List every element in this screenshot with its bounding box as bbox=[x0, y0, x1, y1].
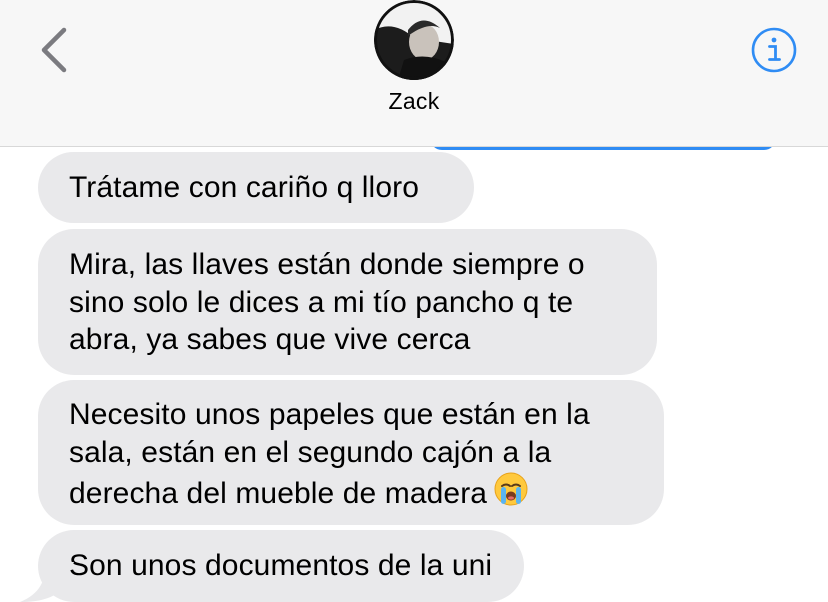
message-text-line: sala, están en el segundo cajón a la bbox=[69, 435, 552, 469]
message-bubble[interactable]: Mira, las llaves están donde siempre o s… bbox=[38, 229, 657, 375]
contact-avatar[interactable] bbox=[374, 0, 454, 80]
back-button[interactable] bbox=[30, 24, 80, 76]
message-text-line: Trátame con cariño q lloro bbox=[69, 171, 419, 204]
message-text-line: abra, ya sabes que vive cerca bbox=[69, 323, 471, 356]
message-text-line-with-emoji: derecha del mueble de madera bbox=[69, 471, 633, 513]
info-button[interactable] bbox=[750, 26, 798, 74]
conversation-header: Zack bbox=[0, 0, 828, 147]
chevron-left-icon bbox=[41, 27, 67, 73]
contact-photo-icon bbox=[374, 0, 454, 80]
message-text-line: Mira, las llaves están donde siempre o bbox=[69, 248, 585, 281]
bubble-tail-icon bbox=[18, 562, 74, 602]
message-bubble[interactable]: Son unos documentos de la uni bbox=[38, 530, 524, 602]
message-text-line: sino solo le dices a mi tío pancho q te bbox=[69, 285, 574, 319]
message-bubble[interactable]: Trátame con cariño q lloro bbox=[38, 152, 474, 223]
message-text-line: Necesito unos papeles que están en la bbox=[69, 398, 590, 431]
contact-name[interactable]: Zack bbox=[314, 88, 514, 115]
conversation-screen: Trátame con cariño q lloro Mira, las lla… bbox=[0, 0, 828, 602]
loudly-crying-face-emoji-icon bbox=[493, 471, 529, 507]
info-icon bbox=[751, 27, 797, 73]
message-text-line: Son unos documentos de la uni bbox=[69, 549, 493, 582]
message-bubble[interactable]: Necesito unos papeles que están en la sa… bbox=[38, 380, 664, 525]
message-text: derecha del mueble de madera bbox=[69, 477, 488, 510]
